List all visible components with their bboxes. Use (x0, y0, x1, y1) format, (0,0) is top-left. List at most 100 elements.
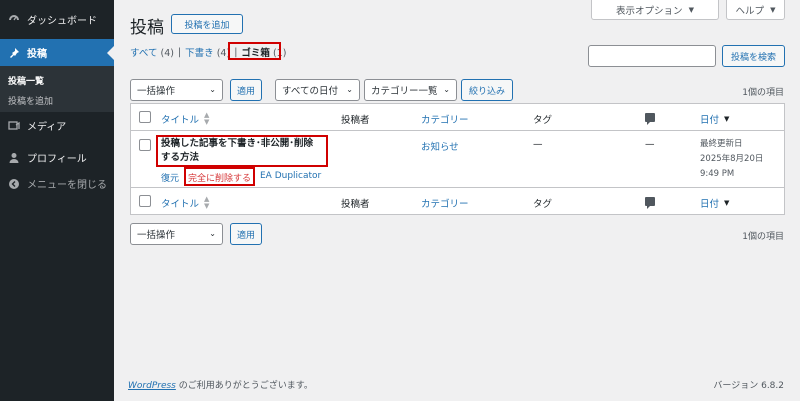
date-status: 最終更新日 (700, 139, 743, 149)
post-date: 最終更新日 2025年8月20日 9:49 PM (700, 137, 763, 182)
screen-options-label: 表示オプション (616, 5, 683, 17)
view-separator: | (177, 46, 182, 58)
date-filter-select[interactable]: すべての日付 ⌄ (275, 79, 360, 101)
column-tags-header: タグ (533, 115, 553, 126)
sidebar-item-label: 投稿 (27, 49, 47, 60)
collapse-menu-button[interactable]: メニューを閉じる (0, 170, 114, 197)
posts-table: タイトル ▲ ▼ 投稿者 カテゴリー タグ 日付 ▼ 投稿した記事を下書き･非公開･削… (130, 103, 785, 215)
view-all-count: (4) (160, 48, 174, 59)
admin-sidebar: ダッシュボード 投稿 投稿一覧 投稿を追加 メディア プロフィール メニューを閉… (0, 0, 114, 401)
items-count-bottom: 1個の項目 (742, 232, 784, 242)
filter-button[interactable]: 絞り込み (461, 79, 513, 101)
chevron-down-icon: ⌄ (346, 85, 353, 94)
sidebar-item-dashboard[interactable]: ダッシュボード (0, 6, 114, 33)
comments-icon[interactable] (645, 197, 655, 209)
view-draft-count: (4) (216, 48, 231, 59)
help-label: ヘルプ (735, 5, 765, 17)
screen-options-button[interactable]: 表示オプション ▼ (591, 0, 719, 20)
sort-desc-icon: ▼ (724, 198, 730, 207)
bulk-action-value: 一括操作 (137, 86, 176, 97)
column-date-header[interactable]: 日付 ▼ (700, 112, 729, 126)
select-all-checkbox[interactable] (139, 195, 151, 207)
delete-permanently-link[interactable]: 完全に削除する (188, 171, 251, 184)
column-category-header: カテゴリー (421, 115, 469, 126)
table-footer-row: タイトル ▲ ▼ 投稿者 カテゴリー タグ 日付 ▼ (131, 187, 784, 214)
wordpress-link[interactable]: WordPress (128, 381, 176, 391)
row-checkbox[interactable] (139, 139, 151, 151)
post-comments: — (645, 139, 655, 150)
column-label: 日付 (700, 199, 720, 210)
bulk-action-select-bottom[interactable]: 一括操作 ⌄ (130, 223, 223, 245)
column-title-header[interactable]: タイトル ▲ ▼ (161, 195, 210, 211)
caret-down-icon: ▼ (770, 5, 776, 14)
post-category-link[interactable]: お知らせ (421, 139, 459, 153)
user-icon (7, 151, 21, 165)
post-title[interactable]: 投稿した記事を下書き･非公開･削除 する方法 (161, 137, 313, 165)
search-posts-button[interactable]: 投稿を検索 (722, 45, 785, 67)
bulk-action-select[interactable]: 一括操作 ⌄ (130, 79, 223, 101)
apply-button[interactable]: 適用 (230, 79, 262, 101)
items-count: 1個の項目 (742, 88, 784, 98)
submenu-add-post[interactable]: 投稿を追加 (8, 94, 53, 107)
view-draft-link[interactable]: 下書き (4) (185, 45, 230, 59)
column-label: タイトル (161, 115, 200, 126)
column-date-header[interactable]: 日付 ▼ (700, 196, 729, 210)
post-status-views: すべて (4) | 下書き (4) | ゴミ箱 (1) (130, 45, 286, 60)
date-filter-value: すべての日付 (282, 86, 338, 97)
sidebar-item-media[interactable]: メディア (0, 112, 114, 139)
comments-icon[interactable] (645, 113, 655, 125)
footer-thanks-text: のご利用ありがとうございます。 (175, 381, 313, 391)
bulk-action-value: 一括操作 (137, 230, 176, 241)
column-label: 日付 (700, 115, 720, 126)
date-value: 2025年8月20日 (700, 154, 764, 164)
active-indicator (107, 46, 114, 60)
add-new-post-button[interactable]: 投稿を追加 (171, 14, 243, 34)
view-trash-link[interactable]: ゴミ箱 (1) (241, 45, 286, 59)
post-title-line: 投稿した記事を下書き･非公開･削除 (161, 138, 314, 149)
main-content: 表示オプション ▼ ヘルプ ▼ 投稿 投稿を追加 すべて (4) | 下書き (… (114, 0, 800, 401)
footer-version: バージョン 6.8.2 (713, 381, 784, 391)
apply-button-bottom[interactable]: 適用 (230, 223, 262, 245)
sidebar-item-label: プロフィール (27, 154, 87, 165)
column-author-header: 投稿者 (341, 199, 370, 210)
caret-down-icon: ▼ (688, 5, 694, 14)
time-value: 9:49 PM (700, 169, 735, 179)
submenu-all-posts[interactable]: 投稿一覧 (8, 74, 44, 87)
search-input[interactable] (588, 45, 716, 67)
view-trash-count: (1) (272, 48, 287, 59)
view-separator: | (234, 46, 238, 58)
sidebar-item-label: ダッシュボード (27, 16, 97, 27)
view-trash-label: ゴミ箱 (241, 48, 270, 59)
table-header-row: タイトル ▲ ▼ 投稿者 カテゴリー タグ 日付 ▼ (131, 104, 784, 131)
column-tags-header: タグ (533, 199, 553, 210)
chevron-down-icon: ⌄ (209, 85, 216, 94)
page-title: 投稿 (130, 18, 164, 38)
column-author-header: 投稿者 (341, 115, 370, 126)
sort-desc-icon: ▼ (724, 114, 730, 123)
sort-icon: ▲ ▼ (204, 111, 210, 126)
view-all-link[interactable]: すべて (4) (130, 45, 174, 59)
media-icon (7, 119, 21, 133)
category-filter-select[interactable]: カテゴリー一覧 ⌄ (364, 79, 457, 101)
collapse-icon (7, 177, 21, 191)
collapse-label: メニューを閉じる (27, 180, 107, 191)
restore-link[interactable]: 復元 (161, 174, 179, 184)
sidebar-item-profile[interactable]: プロフィール (0, 144, 114, 171)
column-title-header[interactable]: タイトル ▲ ▼ (161, 111, 210, 127)
column-category-header: カテゴリー (421, 199, 469, 210)
sidebar-item-label: メディア (27, 122, 67, 133)
help-button[interactable]: ヘルプ ▼ (726, 0, 785, 20)
dashboard-icon (7, 13, 21, 27)
column-label: タイトル (161, 199, 200, 210)
post-tags: — (533, 139, 543, 150)
row-actions: 復元 (161, 171, 179, 184)
ea-duplicator-link[interactable]: EA Duplicator (260, 171, 321, 181)
select-all-checkbox[interactable] (139, 111, 151, 123)
sidebar-item-posts[interactable]: 投稿 (0, 39, 114, 66)
view-all-label: すべて (130, 48, 158, 59)
chevron-down-icon: ⌄ (443, 85, 450, 94)
view-draft-label: 下書き (185, 48, 214, 59)
pin-icon (7, 46, 21, 60)
footer-thanks: WordPress のご利用ありがとうございます。 (128, 378, 313, 391)
sort-icon: ▲ ▼ (204, 195, 210, 210)
